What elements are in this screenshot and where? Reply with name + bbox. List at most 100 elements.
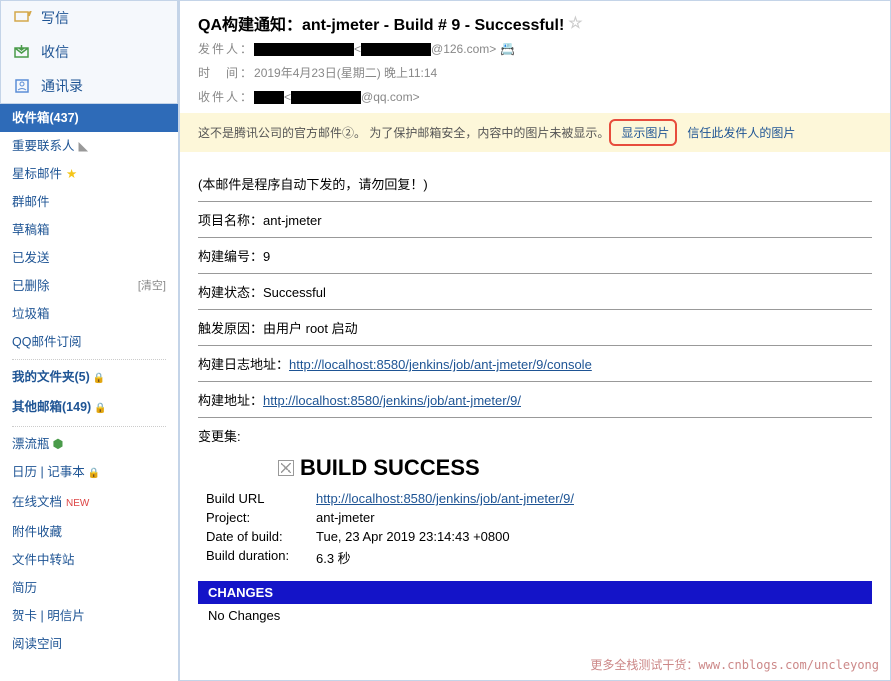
log-url-row: 构建日志地址：http://localhost:8580/jenkins/job… (198, 354, 872, 373)
table-row: Build URLhttp://localhost:8580/jenkins/j… (206, 491, 872, 506)
folder-label: 收件箱(437) (12, 108, 79, 128)
time-value: 2019年4月23日(星期二) 晚上11:14 (254, 66, 437, 80)
folder-starred[interactable]: 星标邮件 ★ (0, 160, 178, 188)
broken-image-icon (278, 460, 294, 476)
folder-attach[interactable]: 附件收藏 (0, 518, 178, 546)
write-icon (13, 10, 33, 26)
lock-icon: 🔒 (88, 468, 100, 479)
show-images-link[interactable]: 显示图片 (621, 126, 669, 140)
folder-calendar[interactable]: 日历 | 记事本🔒 (0, 458, 178, 488)
watermark: 更多全栈测试干货：www.cnblogs.com/uncleyong (590, 656, 879, 673)
build-url-link2[interactable]: http://localhost:8580/jenkins/job/ant-jm… (316, 491, 574, 506)
table-row: Build duration:6.3 秒 (206, 548, 872, 567)
mail-body: (本邮件是程序自动下发的，请勿回复！) 项目名称：ant-jmeter 构建编号… (180, 152, 890, 643)
redacted (361, 43, 431, 56)
build-url-label: 构建地址： (198, 393, 263, 408)
divider (198, 237, 872, 238)
cell-key: Date of build: (206, 529, 316, 544)
folder-label: 重要联系人 (12, 139, 75, 153)
contacts-label: 通讯录 (41, 76, 83, 96)
folder-label: 垃圾箱 (12, 304, 50, 324)
mail-header: QA构建通知：ant-jmeter - Build # 9 - Successf… (180, 1, 890, 113)
cell-key: Project: (206, 510, 316, 525)
folder-othermail[interactable]: 其他邮箱(149)🔒 (0, 393, 178, 423)
folder-label: 我的文件夹(5) (12, 370, 90, 384)
redacted (254, 43, 354, 56)
folder-label: 文件中转站 (12, 550, 75, 570)
build-success-text: BUILD SUCCESS (300, 455, 480, 481)
detail-icon[interactable]: 📇 (500, 42, 515, 56)
lock-icon: 🔒 (94, 403, 106, 414)
receive-label: 收信 (41, 42, 69, 62)
clear-button[interactable]: [清空] (138, 276, 166, 296)
folder-list: 收件箱(437) 重要联系人 ◣ 星标邮件 ★ 群邮件 草稿箱 已发送 已删除 [清空… (0, 104, 178, 681)
cell-value: Tue, 23 Apr 2019 23:14:43 +0800 (316, 529, 510, 544)
folder-inbox[interactable]: 收件箱(437) (0, 104, 178, 132)
postcard-label[interactable]: 明信片 (47, 609, 85, 623)
folder-bottle[interactable]: 漂流瓶⬢ (0, 430, 178, 458)
star-icon: ★ (66, 167, 77, 181)
folder-readspace[interactable]: 阅读空间 (0, 630, 178, 658)
folder-sent[interactable]: 已发送 (0, 244, 178, 272)
no-changes: No Changes (198, 604, 872, 627)
write-mail-button[interactable]: 写信 (1, 1, 177, 35)
folder-label: 星标邮件 (12, 167, 62, 181)
build-status: 构建状态：Successful (198, 282, 872, 301)
mail-from: 发件人：<@126.com>📇 (198, 39, 872, 59)
mail-content: QA构建通知：ant-jmeter - Build # 9 - Successf… (179, 0, 891, 681)
mail-subject: QA构建通知：ant-jmeter - Build # 9 - Successf… (198, 11, 872, 35)
separator (12, 426, 166, 427)
folder-label: 漂流瓶 (12, 437, 50, 451)
build-number: 构建编号：9 (198, 246, 872, 265)
build-success-row: BUILD SUCCESS (278, 455, 872, 481)
folder-drafts[interactable]: 草稿箱 (0, 216, 178, 244)
receive-icon (13, 44, 33, 60)
folder-label: 阅读空间 (12, 634, 62, 654)
divider (198, 417, 872, 418)
folder-card[interactable]: 贺卡 | 明信片 (0, 602, 178, 630)
sidebar: 写信 收信 通讯录 收件箱(437) 重要联系人 ◣ 星标邮件 ★ 群邮件 草稿箱 … (0, 0, 179, 681)
bookmark-icon: ◣ (79, 139, 89, 153)
project-name: 项目名称：ant-jmeter (198, 210, 872, 229)
compose-box: 写信 收信 通讯录 (0, 0, 178, 104)
divider (198, 273, 872, 274)
changes-header: CHANGES (198, 581, 872, 604)
folder-spam[interactable]: 垃圾箱 (0, 300, 178, 328)
mail-to: 收件人：<@qq.com> (198, 87, 872, 107)
folder-subscription[interactable]: QQ邮件订阅 (0, 328, 178, 356)
folder-important[interactable]: 重要联系人 ◣ (0, 132, 178, 160)
star-outline-icon[interactable]: ☆ (568, 13, 582, 33)
folder-label: 群邮件 (12, 192, 50, 212)
build-url-row: 构建地址：http://localhost:8580/jenkins/job/a… (198, 390, 872, 409)
divider (198, 381, 872, 382)
trigger-cause: 触发原因：由用户 root 启动 (198, 318, 872, 337)
folder-label: 简历 (12, 578, 37, 598)
to-domain: @qq.com> (361, 90, 420, 104)
separator (12, 359, 166, 360)
build-table: Build URLhttp://localhost:8580/jenkins/j… (206, 491, 872, 567)
table-row: Project:ant-jmeter (206, 510, 872, 525)
folder-group[interactable]: 群邮件 (0, 188, 178, 216)
folder-label: 已发送 (12, 248, 50, 268)
notepad-label[interactable]: 记事本 (47, 465, 85, 479)
folder-resume[interactable]: 简历 (0, 574, 178, 602)
table-row: Date of build:Tue, 23 Apr 2019 23:14:43 … (206, 529, 872, 544)
cell-value: ant-jmeter (316, 510, 375, 525)
receive-mail-button[interactable]: 收信 (1, 35, 177, 69)
to-label: 收件人： (198, 90, 254, 104)
log-url-link[interactable]: http://localhost:8580/jenkins/job/ant-jm… (289, 357, 592, 372)
folder-label: 已删除 (12, 276, 50, 296)
folder-onlinedoc[interactable]: 在线文档NEW (0, 488, 178, 518)
lock-icon: 🔒 (93, 373, 105, 384)
changeset-label: 变更集: (198, 426, 872, 445)
folder-deleted[interactable]: 已删除 [清空] (0, 272, 178, 300)
mail-time: 时 间：2019年4月23日(星期二) 晚上11:14 (198, 63, 872, 83)
folder-label: 附件收藏 (12, 522, 62, 542)
trust-sender-link[interactable]: 信任此发件人的图片 (687, 124, 795, 141)
redacted (254, 91, 284, 104)
contacts-button[interactable]: 通讯录 (1, 69, 177, 103)
folder-filestation[interactable]: 文件中转站 (0, 546, 178, 574)
from-domain: @126.com> (431, 42, 496, 56)
folder-myfolder[interactable]: 我的文件夹(5)🔒 (0, 363, 178, 393)
build-url-link[interactable]: http://localhost:8580/jenkins/job/ant-jm… (263, 393, 521, 408)
